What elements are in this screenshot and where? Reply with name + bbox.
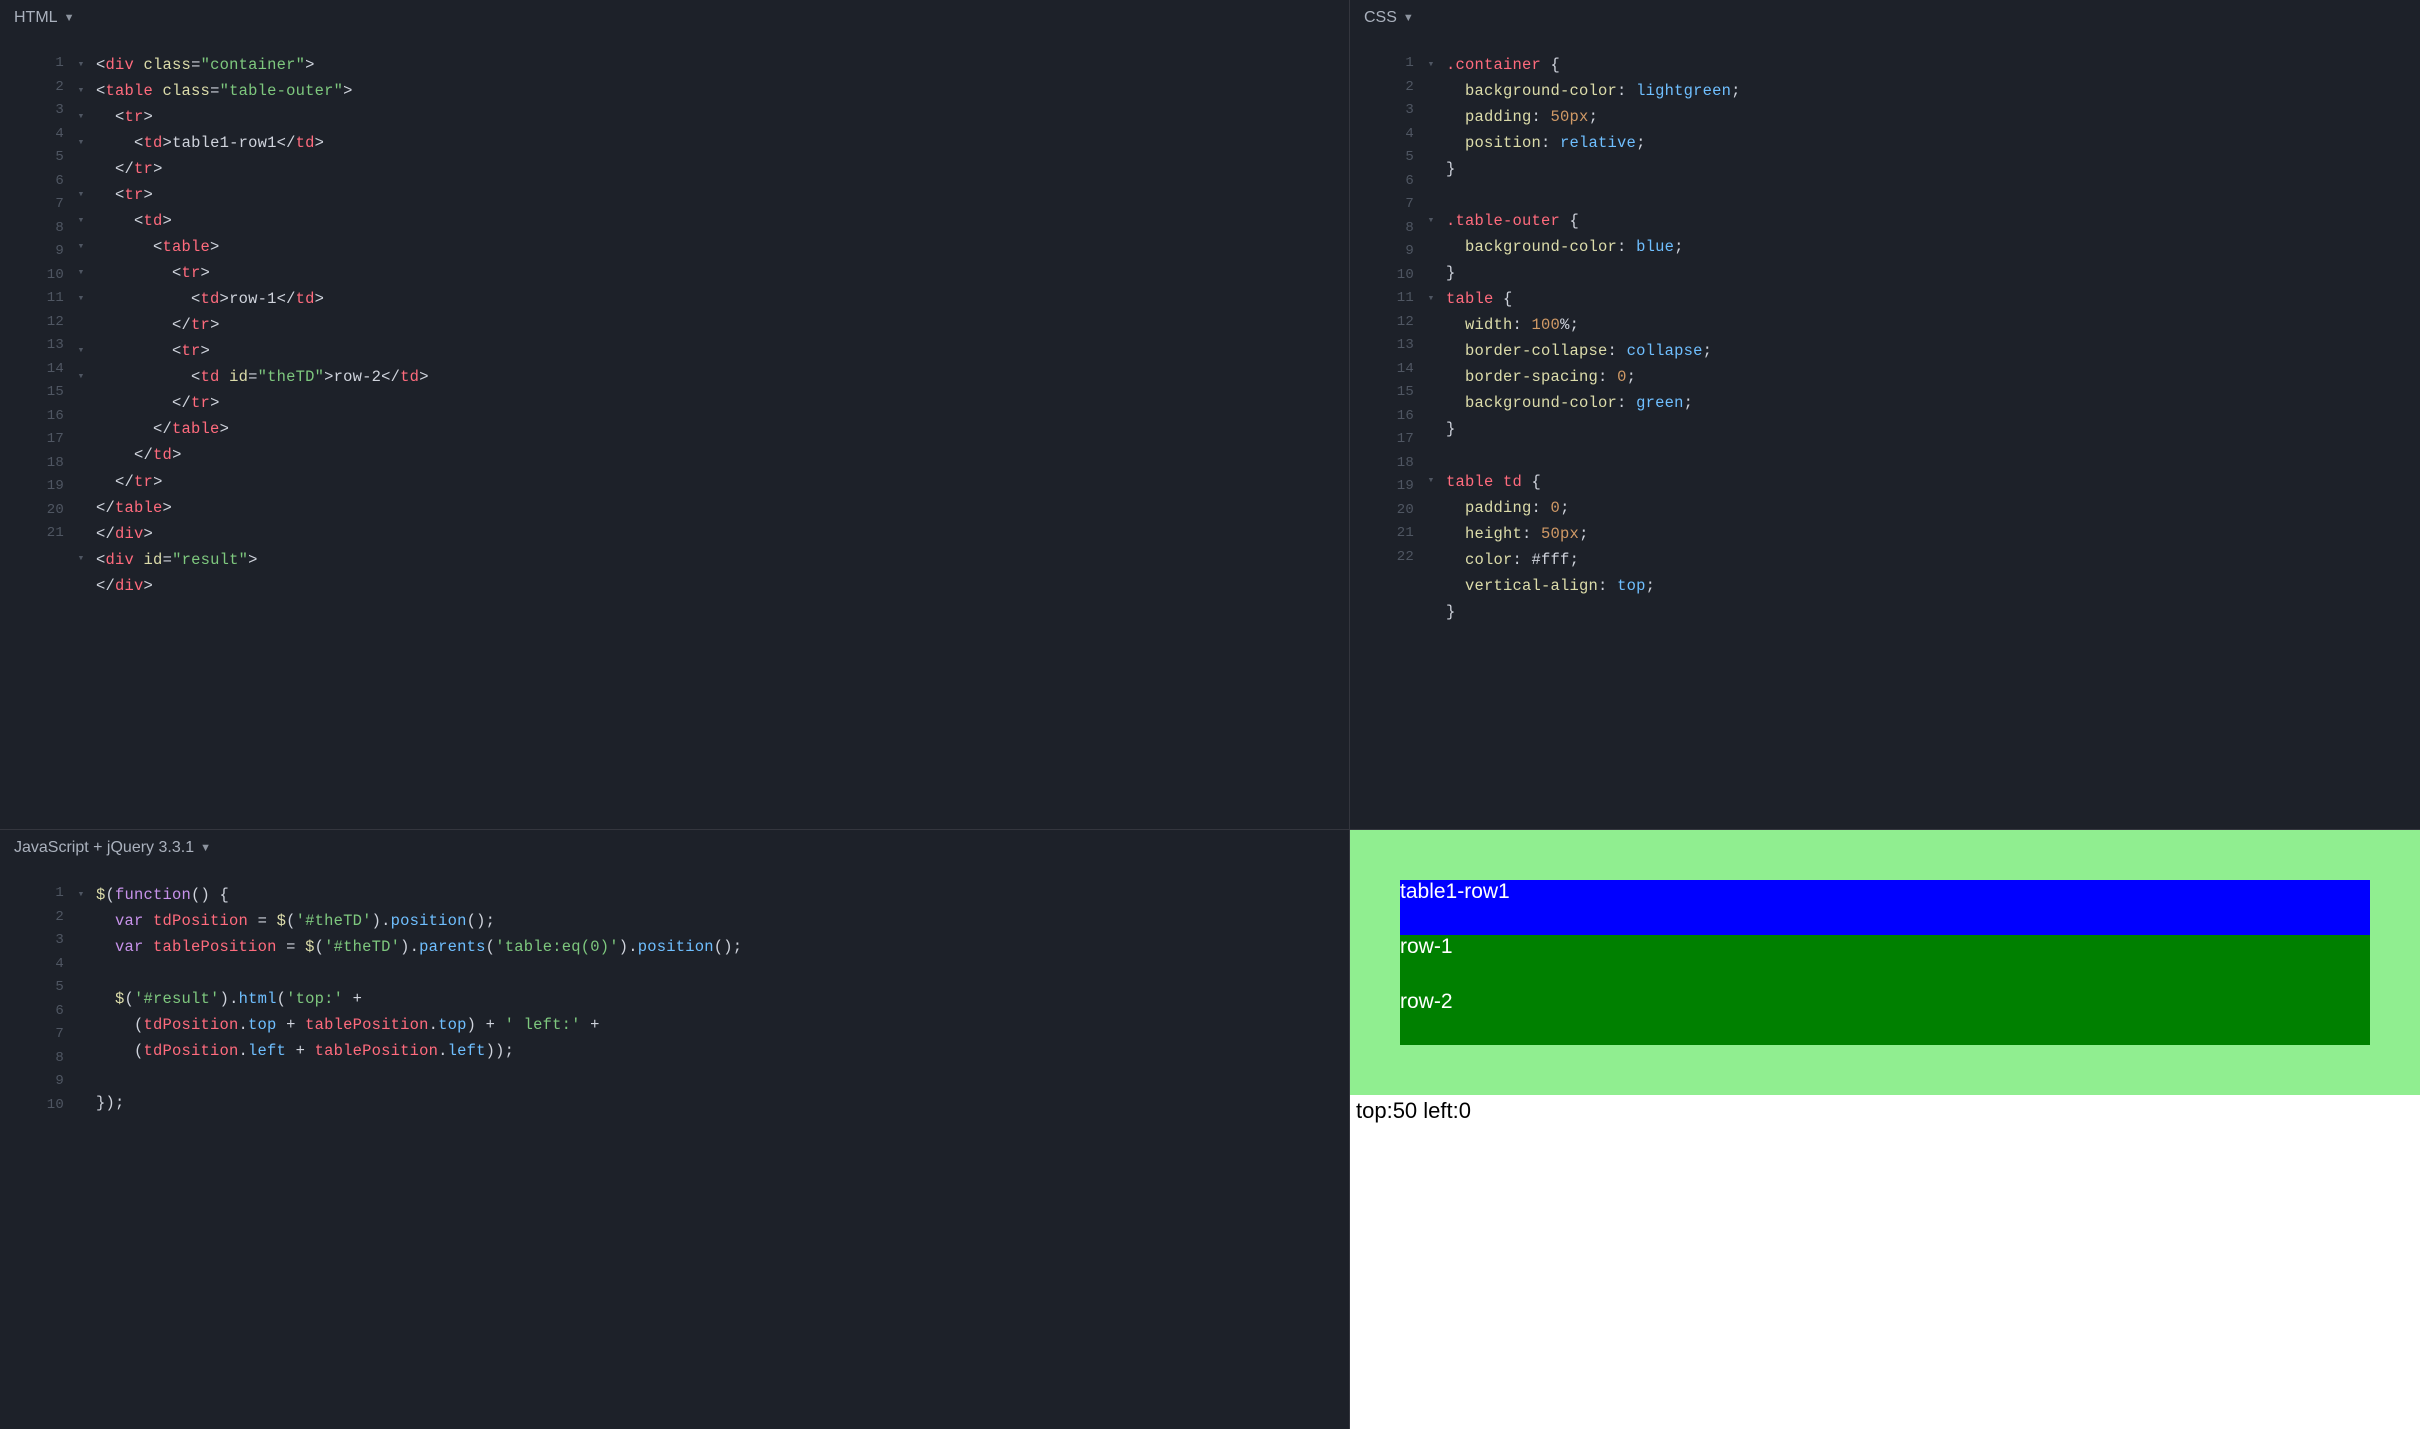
preview-cell-outer-row1: table1-row1 — [1400, 880, 2370, 935]
table-row: row-2 — [1400, 990, 2370, 1045]
preview-root: table1-row1 row-1 row-2 — [1350, 830, 2420, 1127]
css-pane-header[interactable]: CSS ▼ — [1350, 0, 2420, 36]
preview-table-inner: row-1 row-2 — [1400, 935, 2370, 1045]
dropdown-icon: ▼ — [200, 830, 211, 866]
output-pane: table1-row1 row-1 row-2 — [1350, 830, 2420, 1429]
js-pane-label: JavaScript + jQuery 3.3.1 — [14, 830, 194, 866]
html-editor[interactable]: 123456789101112131415161718192021 <div c… — [0, 36, 1349, 829]
css-pane-label: CSS — [1364, 0, 1397, 36]
preview-table-outer: table1-row1 row-1 row-2 — [1400, 880, 2370, 1045]
js-fold-column — [72, 866, 90, 1429]
table-row: row-1 — [1400, 935, 2370, 990]
dropdown-icon: ▼ — [1403, 0, 1414, 36]
js-gutter: 12345678910 — [0, 866, 72, 1429]
css-fold-column — [1422, 36, 1440, 829]
preview-cell-inner-row2: row-2 — [1400, 990, 2370, 1045]
preview-cell-inner-row1: row-1 — [1400, 935, 2370, 990]
dropdown-icon: ▼ — [64, 0, 75, 36]
html-fold-column — [72, 36, 90, 829]
js-pane: JavaScript + jQuery 3.3.1 ▼ 12345678910 … — [0, 830, 1350, 1429]
html-pane-header[interactable]: HTML ▼ — [0, 0, 1349, 36]
html-pane: HTML ▼ 123456789101112131415161718192021… — [0, 0, 1350, 830]
css-editor[interactable]: 12345678910111213141516171819202122 .con… — [1350, 36, 2420, 829]
html-code-area[interactable]: <div class="container"><table class="tab… — [90, 36, 429, 829]
css-pane: CSS ▼ 1234567891011121314151617181920212… — [1350, 0, 2420, 830]
js-editor[interactable]: 12345678910 $(function() { var tdPositio… — [0, 866, 1349, 1429]
preview-cell-nested: row-1 row-2 — [1400, 935, 2370, 1045]
html-pane-label: HTML — [14, 0, 58, 36]
preview-container: table1-row1 row-1 row-2 — [1350, 830, 2420, 1095]
js-pane-header[interactable]: JavaScript + jQuery 3.3.1 ▼ — [0, 830, 1349, 866]
table-row: table1-row1 — [1400, 880, 2370, 935]
app-root: HTML ▼ 123456789101112131415161718192021… — [0, 0, 2420, 1429]
js-code-area[interactable]: $(function() { var tdPosition = $('#theT… — [90, 866, 742, 1429]
css-code-area[interactable]: .container { background-color: lightgree… — [1440, 36, 1741, 829]
table-row: row-1 row-2 — [1400, 935, 2370, 1045]
html-gutter: 123456789101112131415161718192021 — [0, 36, 72, 829]
preview-result: top:50 left:0 — [1350, 1095, 2420, 1127]
css-gutter: 12345678910111213141516171819202122 — [1350, 36, 1422, 829]
